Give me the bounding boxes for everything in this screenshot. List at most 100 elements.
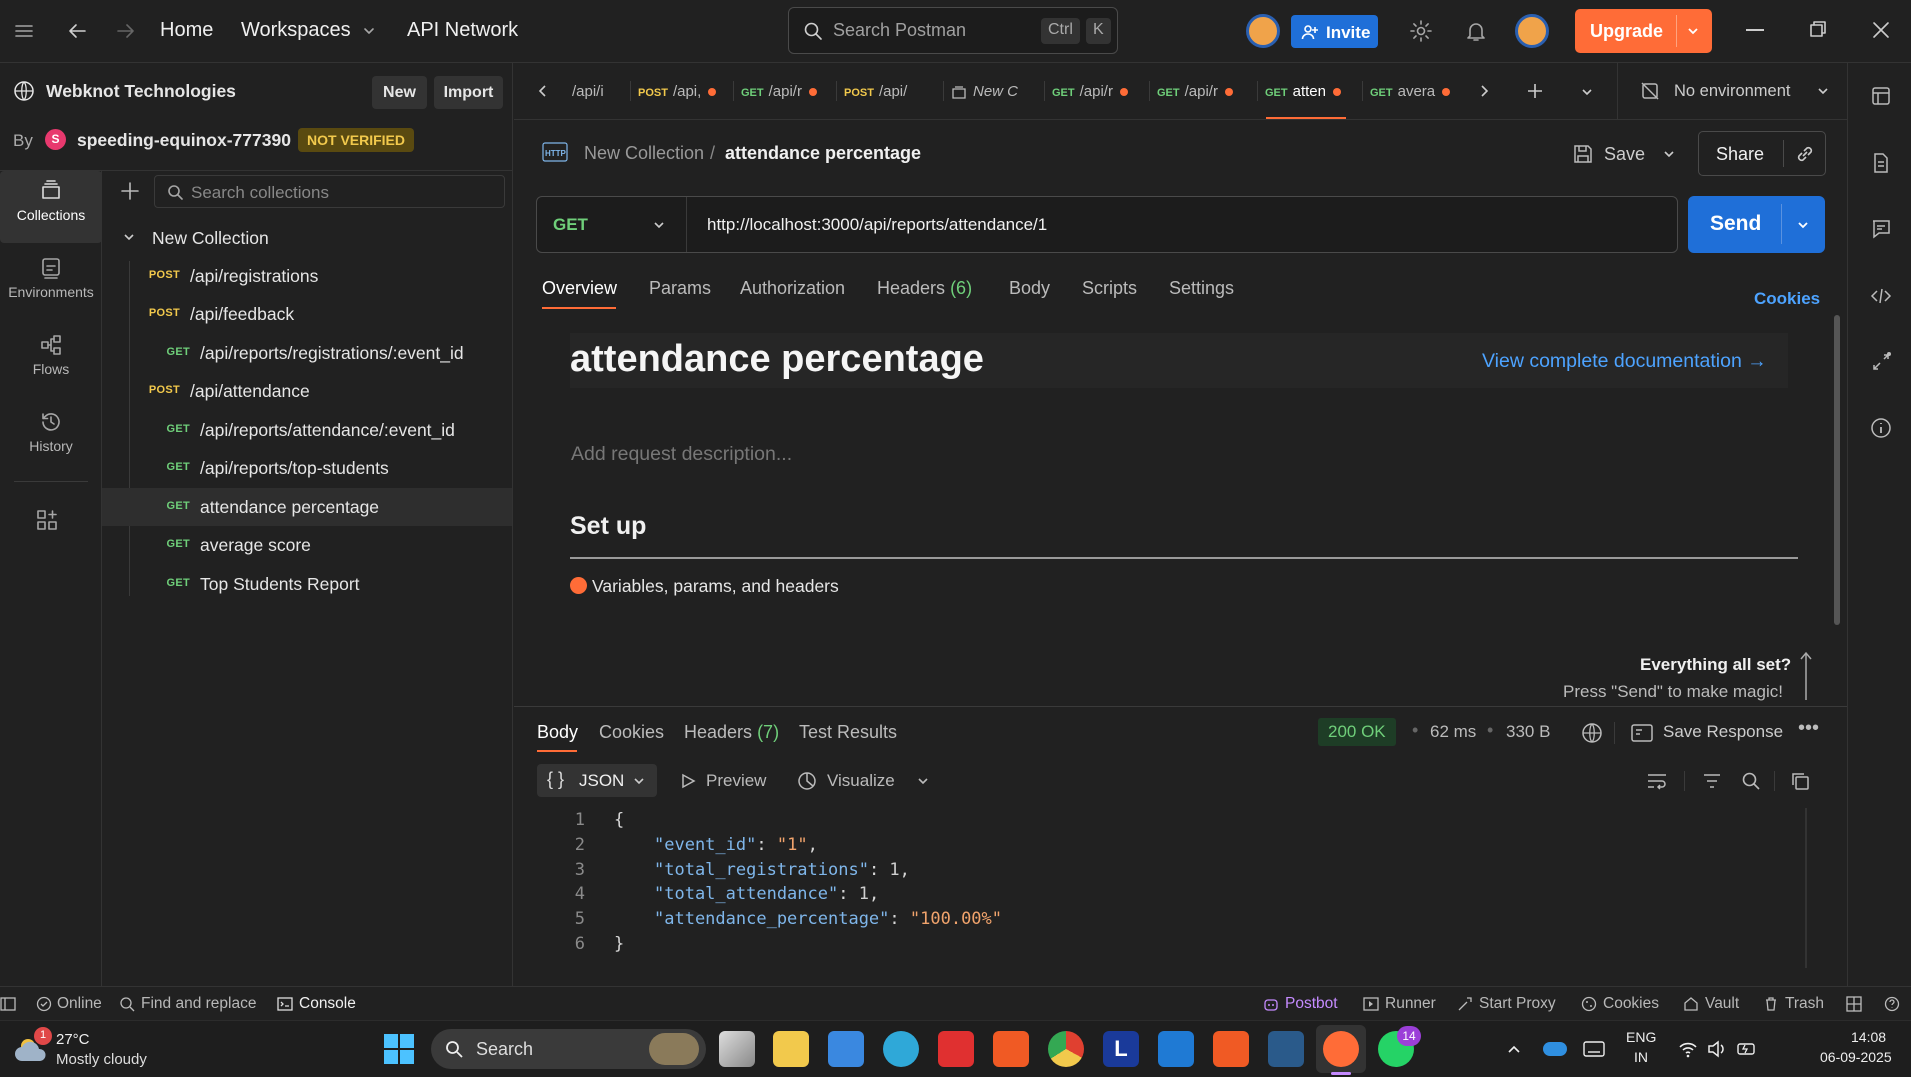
language-line1[interactable]: ENG (1626, 1029, 1656, 1045)
cookies-button[interactable]: Cookies (1603, 995, 1659, 1013)
mysql-workbench-icon[interactable] (1268, 1031, 1304, 1067)
sidebar-request-item[interactable]: GET/api/reports/registrations/:event_id (102, 334, 512, 372)
copy-link-icon[interactable] (1794, 143, 1816, 165)
sidebar-request-item[interactable]: GET Top Students Report (102, 565, 512, 603)
settings-gear-icon[interactable] (1409, 19, 1433, 43)
comments-icon[interactable] (1870, 218, 1892, 240)
resp-tab-test-results[interactable]: Test Results (799, 722, 897, 743)
method-select[interactable]: GET (537, 197, 687, 252)
vscode-icon[interactable] (1158, 1031, 1194, 1067)
tab-headers[interactable]: Headers (6) (877, 278, 972, 299)
volume-icon[interactable] (1707, 1040, 1727, 1058)
resp-tab-headers[interactable]: Headers (7) (684, 722, 779, 743)
sidebar-request-item[interactable]: GET attendance percentage (102, 488, 512, 526)
request-tab[interactable]: New C (951, 63, 1031, 120)
collection-new-collection[interactable]: New Collection (102, 219, 512, 257)
sidebar-request-item[interactable]: POST/api/feedback (102, 295, 512, 333)
import-button[interactable]: Import (434, 76, 503, 109)
new-button[interactable]: New (372, 76, 427, 109)
back-arrow-icon[interactable] (66, 20, 88, 42)
save-response-button[interactable]: Save Response (1663, 722, 1783, 742)
rail-collections[interactable]: Collections (0, 171, 102, 243)
chrome-icon[interactable] (1048, 1031, 1084, 1067)
request-tab[interactable]: GET avera (1370, 63, 1460, 120)
doc-scrollbar[interactable] (1834, 315, 1840, 625)
app-l-icon[interactable]: L (1103, 1031, 1139, 1067)
format-select[interactable]: { } JSON (537, 764, 657, 797)
console-button[interactable]: Console (299, 995, 356, 1013)
tabs-dropdown-chevron-icon[interactable] (1580, 85, 1594, 99)
wps-office-icon[interactable] (938, 1031, 974, 1067)
sidebar-request-item[interactable]: GET average score (102, 526, 512, 564)
show-hidden-icons-chevron[interactable] (1506, 1042, 1522, 1056)
keyboard-icon[interactable] (1583, 1040, 1605, 1058)
code-icon[interactable] (1870, 285, 1892, 307)
resp-tab-cookies[interactable]: Cookies (599, 722, 664, 743)
forward-arrow-icon[interactable] (115, 20, 137, 42)
start-button[interactable] (384, 1034, 414, 1064)
documentation-icon[interactable] (1870, 152, 1892, 174)
sidebar-request-item[interactable]: POST/api/attendance (102, 372, 512, 410)
sidebar-request-item[interactable]: GET/api/reports/attendance/:event_id (102, 411, 512, 449)
breadcrumb-parent[interactable]: New Collection (584, 143, 704, 164)
onedrive-icon[interactable] (1543, 1042, 1567, 1056)
preview-button[interactable]: Preview (706, 771, 766, 791)
tab-scripts[interactable]: Scripts (1082, 278, 1137, 299)
rail-history[interactable]: History (0, 400, 102, 472)
invite-button[interactable]: Invite (1291, 15, 1378, 48)
minimize-icon[interactable] (1746, 29, 1764, 31)
save-options-chevron-icon[interactable] (1662, 147, 1676, 161)
restore-icon[interactable] (1809, 20, 1827, 38)
brave-icon[interactable] (993, 1031, 1029, 1067)
postman-icon[interactable] (1323, 1031, 1359, 1067)
more-options-icon[interactable]: ••• (1798, 717, 1819, 740)
tab-settings[interactable]: Settings (1169, 278, 1234, 299)
upgrade-button[interactable]: Upgrade (1575, 9, 1712, 53)
notifications-bell-icon[interactable] (1464, 19, 1488, 43)
wrap-lines-icon[interactable] (1646, 771, 1668, 791)
request-tab[interactable]: POST/api/ (844, 63, 934, 120)
language-line2[interactable]: IN (1634, 1049, 1648, 1065)
postbot-button[interactable]: Postbot (1285, 995, 1338, 1013)
send-button[interactable]: Send (1688, 196, 1825, 253)
sidebar-request-item[interactable]: POST/api/registrations (102, 257, 512, 295)
task-view-icon[interactable] (719, 1031, 755, 1067)
request-tab[interactable]: POST/api, (638, 63, 726, 120)
setup-item[interactable]: Variables, params, and headers (592, 576, 839, 597)
tab-params[interactable]: Params (649, 278, 711, 299)
visualize-button[interactable]: Visualize (827, 771, 895, 791)
rail-environments[interactable]: Environments (0, 246, 102, 318)
tab-body[interactable]: Body (1009, 278, 1050, 299)
microsoft-store-icon[interactable] (828, 1031, 864, 1067)
taskbar-search[interactable]: Search (431, 1029, 706, 1069)
environment-selector[interactable]: No environment (1618, 63, 1846, 119)
toggle-sidebar-icon[interactable] (0, 996, 16, 1012)
workbench-icon[interactable] (1870, 85, 1892, 107)
find-and-replace-button[interactable]: Find and replace (141, 995, 256, 1013)
nav-home[interactable]: Home (160, 19, 213, 42)
resp-tab-body[interactable]: Body (537, 722, 578, 743)
battery-icon[interactable] (1736, 1040, 1758, 1058)
clock-date[interactable]: 06-09-2025 (1820, 1049, 1892, 1065)
url-input[interactable]: http://localhost:3000/api/reports/attend… (707, 215, 1047, 235)
add-collection-icon[interactable] (120, 181, 140, 201)
request-tab[interactable]: GET/api/r (1157, 63, 1247, 120)
sidebar-request-item[interactable]: GET/api/reports/top-students (102, 449, 512, 487)
close-window-icon[interactable] (1872, 21, 1890, 39)
online-status[interactable]: Online (57, 995, 102, 1013)
new-tab-plus-icon[interactable] (1526, 82, 1544, 100)
nav-api-network[interactable]: API Network (407, 19, 518, 42)
code-scrollbar-track[interactable] (1805, 808, 1807, 968)
response-time[interactable]: 62 ms (1430, 722, 1476, 742)
file-explorer-icon[interactable] (773, 1031, 809, 1067)
search-icon[interactable] (1741, 771, 1761, 791)
workspace-user[interactable]: speeding-equinox-777390 (77, 130, 291, 151)
filter-icon[interactable] (1702, 771, 1722, 791)
brave-2-icon[interactable] (1213, 1031, 1249, 1067)
response-size[interactable]: 330 B (1506, 722, 1550, 742)
workspace-name[interactable]: Webknot Technologies (46, 81, 236, 102)
rail-flows[interactable]: Flows (0, 323, 102, 395)
user-avatar[interactable] (1515, 14, 1549, 48)
tabs-scroll-left-icon[interactable] (536, 84, 550, 98)
nav-workspaces[interactable]: Workspaces (241, 19, 376, 42)
